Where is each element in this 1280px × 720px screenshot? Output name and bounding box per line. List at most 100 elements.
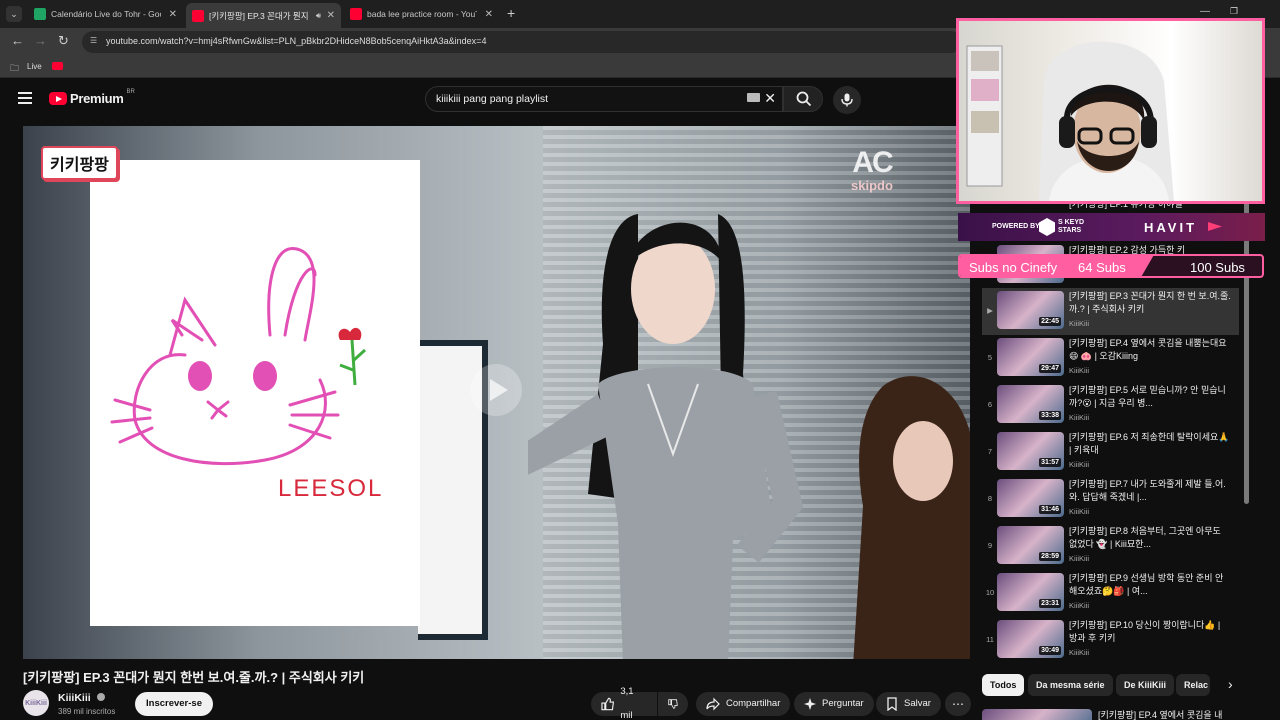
- more-actions-button[interactable]: ⋯: [945, 692, 971, 716]
- clear-search-icon[interactable]: ✕: [764, 90, 776, 107]
- playlist-item-channel: KiiiKiii: [1069, 554, 1090, 563]
- playlist-item-title: [키키팡팡] EP.6 저 죄송한데 탈락이세요🙏 | 키육대: [1069, 432, 1230, 455]
- related-video-title: [키키팡팡] EP.4 옆에서 콧김을 내: [1098, 710, 1223, 720]
- minimize-icon[interactable]: —: [1200, 6, 1210, 17]
- close-icon[interactable]: ✕: [327, 10, 335, 21]
- list-item[interactable]: 9 28:59 [키키팡팡] EP.8 처음부터, 그곳엔 아무도 없었다 👻 | …: [982, 523, 1239, 570]
- video-player[interactable]: LEESOL 키키팡팡 AC skipdo: [23, 126, 970, 659]
- new-tab-button[interactable]: +: [507, 5, 515, 21]
- thumbs-up-icon: [601, 697, 615, 711]
- havit-logo-icon: [1208, 222, 1222, 231]
- watermark-text: skipdo: [851, 178, 893, 193]
- list-item[interactable]: 5 29:47 [키키팡팡] EP.4 옆에서 콧김을 내뿜는대요😄 🐽 | 오감K…: [982, 335, 1239, 382]
- address-bar[interactable]: ☰ youtube.com/watch?v=hmj4sRfwnGw&list=P…: [82, 31, 962, 53]
- list-item[interactable]: 6 33:38 [키키팡팡] EP.5 서로 믿습니까? 안 믿습니까?😮 | 지금…: [982, 382, 1239, 429]
- youtube-play-icon: [49, 92, 67, 105]
- subs-current: 64 Subs: [1078, 260, 1126, 275]
- browser-tab[interactable]: bada lee practice room - YouTu ✕: [344, 3, 499, 25]
- streamer-webcam: [956, 18, 1265, 204]
- close-icon[interactable]: ✕: [485, 9, 493, 20]
- list-item[interactable]: 11 30:49 [키키팡팡] EP.10 당신이 짱이랍니다👍 | 방과 후 키키…: [982, 617, 1239, 658]
- browser-tab[interactable]: Calendário Live do Tohr - Goog ✕: [28, 3, 183, 25]
- youtube-bookmark-icon[interactable]: [52, 62, 63, 70]
- subs-goal: 100 Subs: [1190, 260, 1245, 275]
- playlist-item-channel: KiiiKiii: [1069, 366, 1090, 375]
- drawing-board: LEESOL: [90, 160, 420, 626]
- video-duration: 28:59: [1039, 552, 1061, 561]
- list-item[interactable]: 8 31:46 [키키팡팡] EP.7 내가 도와줄게 제발 들.어.와. 답답해 …: [982, 476, 1239, 523]
- chip-todos[interactable]: Todos: [982, 674, 1025, 696]
- like-count: 3,1 mil: [620, 686, 634, 720]
- search-button[interactable]: [783, 86, 823, 112]
- video-duration: 30:49: [1039, 646, 1061, 655]
- more-icon: ⋯: [952, 697, 964, 711]
- ask-button[interactable]: Perguntar: [794, 692, 874, 716]
- student-figure: [853, 376, 970, 659]
- streamer-figure: [966, 41, 1174, 201]
- verified-icon: [96, 693, 105, 701]
- sponsor-havit: HAVIT: [1144, 220, 1198, 235]
- video-thumbnail: 28:59: [997, 526, 1064, 564]
- subscribe-button[interactable]: Inscrever-se: [135, 692, 213, 716]
- playlist-index: ▶: [987, 306, 993, 315]
- video-thumbnail: 29:47: [997, 338, 1064, 376]
- watermark-logo-icon: AC: [852, 146, 893, 179]
- close-icon[interactable]: ✕: [169, 9, 177, 20]
- site-info-icon[interactable]: ☰: [90, 36, 97, 45]
- video-duration: 23:31: [1039, 599, 1061, 608]
- playlist-item-channel: KiiiKiii: [1069, 507, 1090, 516]
- tab-search-button[interactable]: ⌄: [6, 6, 22, 22]
- keyd-stars-logo-icon: [1039, 218, 1055, 236]
- reload-icon[interactable]: ↻: [58, 33, 69, 49]
- youtube-premium-logo[interactable]: Premium BR: [49, 88, 135, 106]
- voice-search-button[interactable]: [833, 86, 861, 114]
- video-thumbnail: 30:49: [997, 620, 1064, 658]
- video-duration: 33:38: [1039, 411, 1061, 420]
- channel-name[interactable]: KiiiKiii: [58, 692, 105, 704]
- play-icon[interactable]: [470, 364, 522, 416]
- browser-tab-active[interactable]: [키키팡팡] EP.3 꼰대가 뭔지 🔊︎ ✕: [186, 3, 341, 28]
- video-thumbnail: 31:57: [997, 432, 1064, 470]
- playlist-item-current[interactable]: ▶ 22:45 [키키팡팡] EP.3 꼰대가 뭔지 한 번 보.여.줄.까.? |…: [982, 288, 1239, 335]
- related-video-item[interactable]: [키키팡팡] EP.4 옆에서 콧김을 내: [982, 708, 1242, 720]
- chip-same-series[interactable]: Da mesma série: [1028, 674, 1113, 696]
- dislike-button[interactable]: [658, 692, 688, 716]
- sheets-icon: [34, 8, 46, 20]
- region-code: BR: [126, 88, 135, 95]
- list-item[interactable]: 10 23:31 [키키팡팡] EP.9 선생님 방학 동안 준비 안 해오셨죠🤔🎒…: [982, 570, 1239, 617]
- like-button[interactable]: 3,1 mil: [591, 686, 657, 720]
- menu-icon[interactable]: [18, 92, 32, 104]
- share-button[interactable]: Compartilhar: [696, 692, 791, 716]
- search-value: kiiikiii pang pang playlist: [436, 93, 549, 105]
- sponsor-keyd-stars: S KEYD STARS: [1058, 219, 1085, 234]
- share-icon: [706, 697, 720, 711]
- restore-icon[interactable]: ❐: [1230, 6, 1238, 17]
- playlist-index: 9: [987, 541, 993, 550]
- playlist-item-channel: KiiiKiii: [1069, 601, 1090, 610]
- search-icon: [796, 91, 812, 107]
- show-logo-tag: 키키팡팡: [41, 146, 118, 180]
- save-label: Salvar: [904, 698, 931, 709]
- back-icon[interactable]: ←: [11, 33, 24, 48]
- playlist-index: 8: [987, 494, 993, 503]
- video-duration: 31:57: [1039, 458, 1061, 467]
- playlist-item-title: [키키팡팡] EP.10 당신이 짱이랍니다👍 | 방과 후 키키: [1069, 620, 1221, 643]
- search-input[interactable]: kiiikiii pang pang playlist ✕: [425, 86, 783, 112]
- chip-related[interactable]: Relac: [1176, 674, 1210, 696]
- bookmark-folder-live[interactable]: Live: [27, 62, 42, 71]
- list-item[interactable]: 7 31:57 [키키팡팡] EP.6 저 죄송한데 탈락이세요🙏 | 키육대 Kii…: [982, 429, 1239, 476]
- channel-watermark: AC skipdo: [851, 146, 894, 194]
- playlist-item-channel: KiiiKiii: [1069, 648, 1090, 657]
- rabbit-drawing: LEESOL: [110, 247, 381, 502]
- playlist-item-title: [키키팡팡] EP.4 옆에서 콧김을 내뿜는대요😄 🐽 | 오감Kiiing: [1069, 338, 1227, 361]
- channel-name-text: KiiiKiii: [58, 692, 91, 704]
- keyboard-icon[interactable]: [747, 93, 760, 102]
- avatar[interactable]: KiiiKiii: [23, 690, 49, 716]
- forward-icon[interactable]: →: [34, 33, 47, 48]
- video-thumbnail: 31:46: [997, 479, 1064, 517]
- save-button[interactable]: Salvar: [876, 692, 941, 716]
- chevron-right-icon[interactable]: ›: [1228, 676, 1233, 692]
- chip-from-channel[interactable]: De KiiiKiii: [1116, 674, 1175, 696]
- tab-title: bada lee practice room - YouTu: [367, 9, 477, 19]
- speaker-icon[interactable]: 🔊︎: [316, 11, 321, 21]
